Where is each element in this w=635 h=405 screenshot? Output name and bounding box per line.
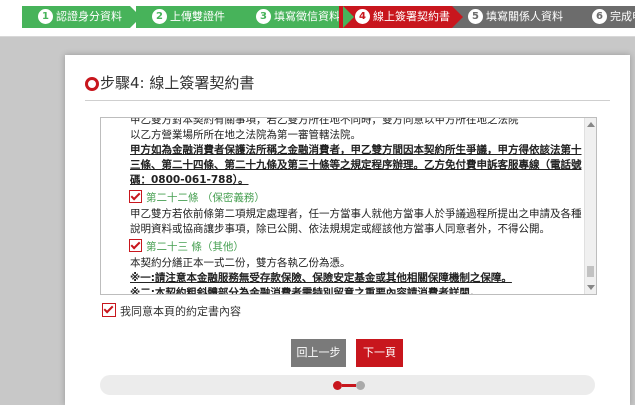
- step-label: 認證身分資料: [56, 10, 122, 23]
- article-22-heading: 第二十二條 （保密義務）: [129, 190, 582, 205]
- article-23-heading: 第二十三 條（其他）: [129, 239, 582, 254]
- scrollbar-thumb[interactable]: [587, 266, 594, 277]
- step-1: 1 認證身分資料: [22, 6, 141, 28]
- step-label: 上傳雙證件: [170, 10, 225, 23]
- scroll-up-icon[interactable]: [587, 122, 595, 127]
- article-check-icon: [129, 239, 142, 252]
- step-label: 填寫關係人資料: [486, 10, 563, 23]
- step-number: 5: [468, 9, 483, 24]
- step-number: 3: [256, 9, 271, 24]
- step-ring-icon: [85, 77, 99, 91]
- title-divider: [85, 100, 610, 101]
- contract-bold-paragraph: 甲方如為金融消費者保護法所稱之金融消費者，甲乙雙方間因本契約所生爭議，甲方得依該…: [130, 144, 582, 186]
- page-dot-current: [333, 381, 342, 390]
- contract-paragraph: 本契約分繕正本一式二份，雙方各執乙份為憑。: [130, 257, 351, 269]
- contract-cutoff-line: 甲乙雙方對本契約有關事項，若乙雙方所在地不同時，雙方同意以甲方所在地之法院: [130, 117, 519, 126]
- step-2: 2 上傳雙證件: [136, 6, 255, 28]
- step-label: 線上簽署契約書: [373, 10, 450, 23]
- contract-paragraph: 甲乙雙方若依前條第二項規定處理者，任一方當事人就他方當事人於爭議過程所提出之申請…: [130, 208, 582, 235]
- contract-note: ※二:本契約粗斜體部分為金融消費者需特別留意之重要內容請消費者詳閱。: [130, 287, 481, 295]
- agree-checkbox[interactable]: [102, 303, 116, 317]
- step-3: 3 填寫徵信資料: [240, 6, 354, 28]
- step-number: 4: [355, 9, 370, 24]
- next-page-button[interactable]: 下一頁: [356, 339, 403, 367]
- step-4: 4 線上簽署契約書: [339, 6, 463, 28]
- page-progress-line: [342, 384, 356, 387]
- agree-label[interactable]: 我同意本頁的約定書內容: [120, 305, 241, 318]
- scroll-down-icon[interactable]: [587, 285, 595, 290]
- article-title: 第二十三 條（其他）: [146, 241, 244, 253]
- contract-text: 甲乙雙方對本契約有關事項，若乙雙方所在地不同時，雙方同意以甲方所在地之法院 以乙…: [129, 118, 582, 295]
- progress-steps: 1 認證身分資料 2 上傳雙證件 3 填寫徵信資料 4 線上簽署契約書 5 填寫…: [0, 0, 635, 37]
- previous-step-button[interactable]: 回上一步: [291, 339, 346, 367]
- contract-note: ※一:請注意本金融服務無受存款保險、保險安定基金或其他相關保障機制之保障。: [130, 272, 512, 284]
- article-check-icon: [129, 190, 142, 203]
- step-5: 5 填寫關係人資料: [452, 6, 591, 28]
- step-label: 填寫徵信資料: [274, 10, 340, 23]
- article-title: 第二十二條 （保密義務）: [146, 192, 265, 204]
- contract-paragraph: 以乙方營業場所所在地之法院為第一審管轄法院。: [130, 129, 361, 141]
- step-number: 6: [592, 9, 607, 24]
- step-number: 2: [152, 9, 167, 24]
- step-number: 1: [38, 9, 53, 24]
- page-title: 步驟4: 線上簽署契約書: [100, 74, 255, 92]
- step-label: 完成申: [610, 10, 635, 23]
- page-dot: [356, 381, 365, 390]
- agree-row[interactable]: 我同意本頁的約定書內容: [102, 303, 241, 319]
- vertical-scrollbar[interactable]: [584, 118, 596, 294]
- contract-scroll-box[interactable]: 甲乙雙方對本契約有關事項，若乙雙方所在地不同時，雙方同意以甲方所在地之法院 以乙…: [100, 117, 597, 295]
